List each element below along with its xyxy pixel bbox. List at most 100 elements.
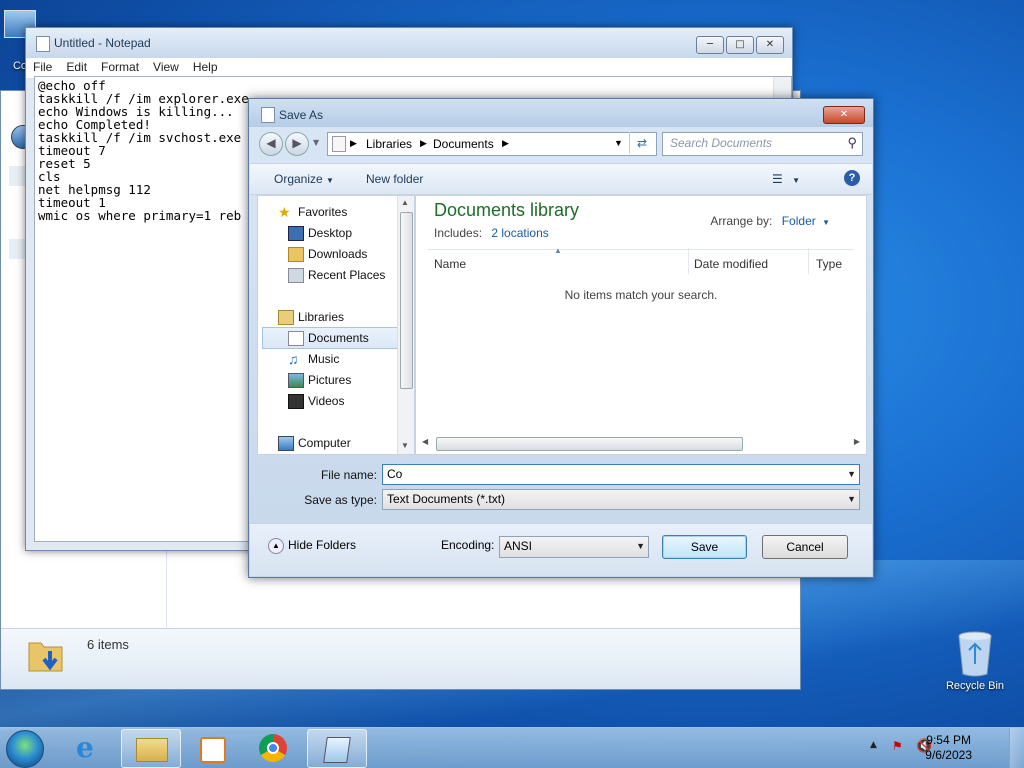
nav-videos[interactable]: Videos xyxy=(288,391,345,411)
horizontal-scroll-thumb[interactable] xyxy=(436,437,743,451)
arrange-by-value[interactable]: Folder xyxy=(782,214,816,228)
menu-edit[interactable]: Edit xyxy=(59,58,94,78)
explorer-status-bar: 6 items xyxy=(1,628,800,689)
forward-button[interactable]: ▶ xyxy=(285,132,309,156)
refresh-button[interactable]: ⇄ xyxy=(629,132,654,154)
folder-icon xyxy=(136,738,168,762)
encoding-value: ANSI xyxy=(504,539,533,553)
save-as-dialog[interactable]: Save As ✕ ◀ ▶ ▼ ▶ Libraries ▶ Documents … xyxy=(248,98,874,578)
dialog-bottom-bar: ▲ Hide Folders Encoding: ANSI ▼ Save Canc… xyxy=(250,523,872,576)
save-as-type-select[interactable]: Text Documents (*.txt) ▼ xyxy=(382,489,860,510)
nav-recent-places[interactable]: Recent Places xyxy=(288,265,386,285)
address-bar[interactable]: ▶ Libraries ▶ Documents ▶ ▼ xyxy=(327,132,657,156)
scroll-up-arrow-icon[interactable]: ▲ xyxy=(401,198,409,207)
library-locations-link[interactable]: 2 locations xyxy=(491,226,548,240)
address-row: ◀ ▶ ▼ ▶ Libraries ▶ Documents ▶ ▼ ⇄ Sear… xyxy=(257,132,865,156)
empty-message: No items match your search. xyxy=(564,288,718,302)
taskbar-notepad[interactable] xyxy=(307,729,367,768)
clock-date: 9/6/2023 xyxy=(925,748,972,762)
nav-documents[interactable]: Documents xyxy=(288,328,369,348)
navigation-pane[interactable]: ★ Favorites Desktop Downloads Recent Pla… xyxy=(257,195,415,455)
nav-favorites[interactable]: ★ Favorites xyxy=(278,202,347,222)
chevron-up-icon: ▲ xyxy=(268,538,284,554)
taskbar-internet-explorer[interactable]: e xyxy=(60,729,118,766)
notepad-caption-buttons: ─ □ ✕ xyxy=(696,36,784,54)
chevron-down-icon: ▼ xyxy=(822,218,830,227)
taskbar-media-player[interactable] xyxy=(182,729,240,766)
menu-help[interactable]: Help xyxy=(186,58,225,78)
nav-music-label: Music xyxy=(308,352,340,366)
organize-button[interactable]: Organize ▼ xyxy=(274,172,334,186)
chevron-down-icon[interactable]: ▼ xyxy=(636,537,645,556)
close-button[interactable]: ✕ xyxy=(823,106,865,124)
column-header-type[interactable]: Type xyxy=(816,253,842,275)
show-desktop-button[interactable] xyxy=(1009,728,1024,768)
view-options-button[interactable]: ☰ ▼ xyxy=(772,172,800,186)
notepad-icon xyxy=(36,36,50,52)
back-button[interactable]: ◀ xyxy=(259,132,283,156)
menu-view[interactable]: View xyxy=(146,58,186,78)
encoding-select[interactable]: ANSI ▼ xyxy=(499,536,649,558)
file-name-input[interactable]: Co ▼ xyxy=(382,464,860,485)
horizontal-scrollbar[interactable]: ◀ ▶ xyxy=(420,436,862,451)
nav-videos-label: Videos xyxy=(308,394,345,408)
search-input[interactable]: Search Documents ⚲ xyxy=(662,132,863,156)
menu-file[interactable]: File xyxy=(26,58,59,78)
nav-desktop[interactable]: Desktop xyxy=(288,223,352,243)
nav-recent-places-label: Recent Places xyxy=(308,268,386,282)
column-header-date-modified[interactable]: Date modified xyxy=(694,253,768,275)
save-button[interactable]: Save xyxy=(662,535,747,559)
search-placeholder: Search Documents xyxy=(670,136,773,150)
libraries-icon xyxy=(278,310,294,325)
taskbar-windows-explorer[interactable] xyxy=(121,729,181,768)
breadcrumb-libraries[interactable]: Libraries xyxy=(366,137,412,151)
desktop-icon-recycle-bin[interactable]: Recycle Bin xyxy=(940,630,1010,692)
file-list-pane[interactable]: Documents library Includes: 2 locations … xyxy=(415,195,867,455)
column-header-divider xyxy=(428,249,854,250)
pictures-icon xyxy=(288,373,304,388)
recent-pages-dropdown[interactable]: ▼ xyxy=(313,138,319,147)
nav-music[interactable]: ♫ Music xyxy=(288,349,340,369)
system-clock[interactable]: 9:54 PM 9/6/2023 xyxy=(925,733,972,763)
close-button[interactable]: ✕ xyxy=(756,36,784,54)
folder-download-icon xyxy=(28,642,63,672)
recent-places-icon xyxy=(288,268,304,283)
arrange-by-label: Arrange by: xyxy=(710,214,773,228)
help-icon[interactable]: ? xyxy=(844,170,860,186)
minimize-button[interactable]: ─ xyxy=(696,36,724,54)
scroll-right-arrow-icon[interactable]: ▶ xyxy=(854,437,860,446)
view-icon: ☰ xyxy=(772,172,783,186)
address-dropdown-icon[interactable]: ▼ xyxy=(614,138,623,148)
nav-pictures[interactable]: Pictures xyxy=(288,370,351,390)
scroll-left-arrow-icon[interactable]: ◀ xyxy=(422,437,428,446)
hide-folders-button[interactable]: ▲ Hide Folders xyxy=(268,538,356,554)
action-center-flag-icon[interactable]: ⚑ xyxy=(892,739,906,753)
maximize-button[interactable]: □ xyxy=(726,36,754,54)
save-as-title-icon xyxy=(261,107,275,123)
nav-libraries[interactable]: Libraries xyxy=(278,307,344,327)
breadcrumb-documents[interactable]: Documents xyxy=(433,137,494,151)
nav-computer[interactable]: Computer xyxy=(278,433,351,453)
taskbar-chrome[interactable] xyxy=(244,729,302,766)
nav-downloads[interactable]: Downloads xyxy=(288,244,367,264)
column-separator xyxy=(808,248,809,274)
chevron-down-icon[interactable]: ▼ xyxy=(847,465,856,484)
nav-scroll-thumb[interactable] xyxy=(400,212,413,389)
cancel-button[interactable]: Cancel xyxy=(762,535,848,559)
menu-format[interactable]: Format xyxy=(94,58,146,78)
chevron-down-icon[interactable]: ▼ xyxy=(847,490,856,509)
nav-vertical-scrollbar[interactable]: ▲ ▼ xyxy=(397,196,414,454)
save-as-titlebar[interactable]: Save As ✕ xyxy=(249,99,873,127)
notepad-titlebar[interactable]: Untitled - Notepad ─ □ ✕ xyxy=(26,28,792,58)
desktop-icon xyxy=(288,226,304,241)
music-icon: ♫ xyxy=(288,351,299,367)
start-button[interactable] xyxy=(6,730,44,768)
scroll-down-arrow-icon[interactable]: ▼ xyxy=(401,441,409,450)
tray-expand-icon[interactable]: ▲ xyxy=(870,740,877,750)
save-as-title: Save As xyxy=(279,108,324,122)
new-folder-button[interactable]: New folder xyxy=(366,172,423,186)
arrange-by[interactable]: Arrange by: Folder ▼ xyxy=(710,214,830,228)
recycle-bin-icon xyxy=(958,631,992,677)
clock-time: 9:54 PM xyxy=(926,733,971,747)
column-header-name[interactable]: Name xyxy=(434,253,466,275)
